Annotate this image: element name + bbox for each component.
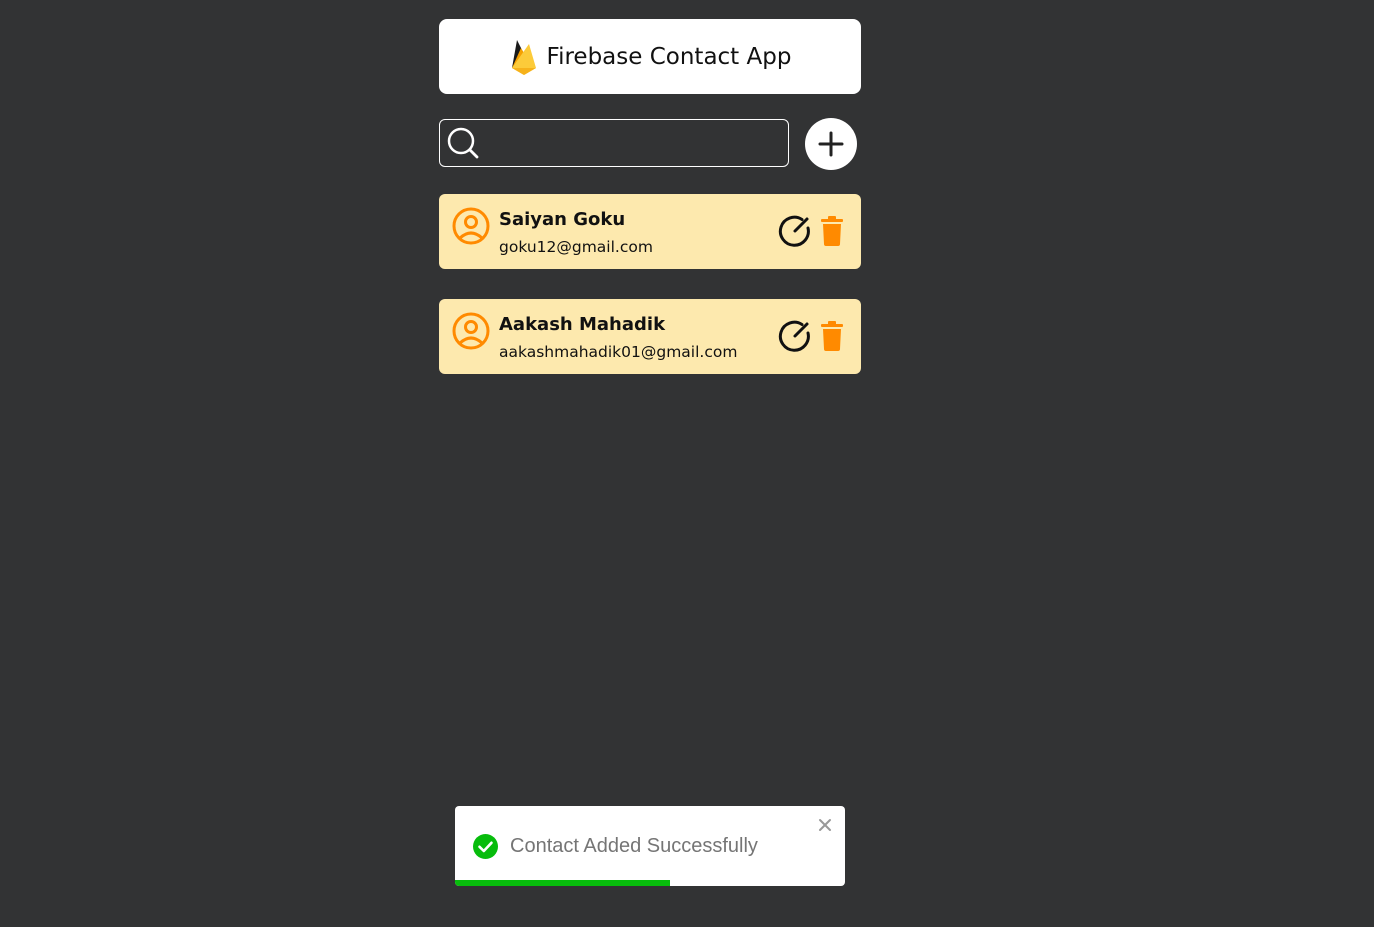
user-circle-icon	[452, 312, 490, 350]
search-icon	[446, 126, 480, 160]
toast-progress-fill	[455, 880, 670, 886]
firebase-logo-icon	[509, 38, 539, 76]
edit-icon[interactable]	[778, 214, 812, 248]
toast-progress-bar	[455, 880, 845, 886]
contact-name: Saiyan Goku	[499, 209, 626, 230]
app-header: Firebase Contact App	[439, 19, 861, 94]
app-title: Firebase Contact App	[546, 43, 792, 70]
contact-email: aakashmahadik01@gmail.com	[499, 343, 738, 361]
search-field[interactable]	[439, 119, 789, 167]
close-icon[interactable]	[817, 817, 833, 833]
toast-notification[interactable]: Contact Added Successfully	[455, 806, 845, 886]
contact-card: Saiyan Goku goku12@gmail.com	[439, 194, 861, 269]
contact-card: Aakash Mahadik aakashmahadik01@gmail.com	[439, 299, 861, 374]
trash-icon[interactable]	[821, 321, 843, 351]
plus-icon	[818, 131, 844, 157]
contact-email: goku12@gmail.com	[499, 238, 653, 256]
add-contact-button[interactable]	[805, 118, 857, 170]
user-circle-icon	[452, 207, 490, 245]
edit-icon[interactable]	[778, 319, 812, 353]
check-circle-icon	[473, 834, 498, 859]
search-input[interactable]	[480, 120, 788, 166]
contact-name: Aakash Mahadik	[499, 314, 666, 335]
trash-icon[interactable]	[821, 216, 843, 246]
toast-message: Contact Added Successfully	[510, 835, 758, 857]
